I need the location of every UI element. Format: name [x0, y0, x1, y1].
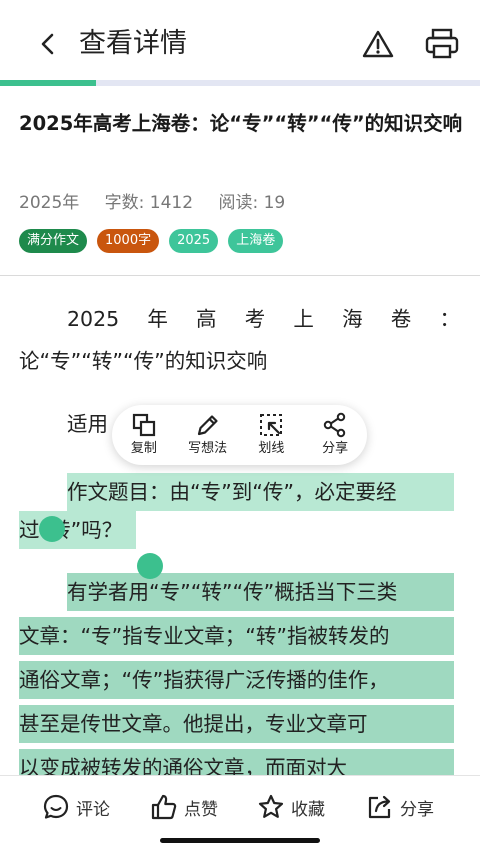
share-arrow-icon — [368, 795, 391, 819]
page-title: 查看详情 — [79, 28, 187, 59]
article-year: 2025年 — [19, 193, 80, 213]
thumbs-up-icon — [151, 794, 177, 820]
share-label: 分享 — [400, 799, 434, 820]
content-heading-line1: 2025 年 高 考 上 海 卷 ： — [67, 307, 460, 331]
star-icon — [258, 794, 284, 818]
favorite-label: 收藏 — [291, 799, 325, 820]
write-thought-label: 写想法 — [188, 441, 228, 456]
comment-button[interactable]: 评论 — [42, 793, 110, 821]
favorite-button[interactable]: 收藏 — [257, 793, 325, 821]
like-label: 点赞 — [184, 799, 218, 820]
selection-share-button[interactable]: 分享 — [306, 412, 364, 458]
like-button[interactable]: 点赞 — [150, 793, 218, 821]
tag-list: 满分作文 1000字 2025 上海卷 — [19, 229, 284, 253]
tag-full-score[interactable]: 满分作文 — [19, 229, 88, 253]
copy-label: 复制 — [130, 441, 157, 456]
underline-button[interactable]: 划线 — [242, 412, 300, 458]
article-meta: 2025年 字数: 1412 阅读: 19 — [19, 190, 305, 216]
comment-label: 评论 — [76, 799, 110, 820]
header: 查看详情 — [0, 0, 480, 82]
paragraph-line1: 有学者用“专”“转”“传”概括当下三类 — [67, 580, 398, 604]
paragraph-line3: 通俗文章；“传”指获得广泛传播的佳作， — [19, 668, 389, 692]
underline-label: 划线 — [258, 441, 285, 456]
selection-share-label: 分享 — [322, 441, 349, 456]
topic-line2: 过“转”吗？ — [19, 518, 123, 542]
reading-progress-fill — [0, 80, 96, 86]
tag-region[interactable]: 上海卷 — [228, 229, 284, 253]
paragraph-line4: 甚至是传世文章。他提出，专业文章可 — [19, 712, 368, 736]
article-word-count: 字数: 1412 — [104, 193, 194, 213]
copy-icon — [132, 413, 155, 437]
topic-line1: 作文题目：由“专”到“传”，必定要经 — [67, 480, 397, 504]
article-read-count: 阅读: 19 — [218, 193, 286, 213]
share-button[interactable]: 分享 — [366, 793, 434, 821]
comment-bubble-icon — [43, 794, 69, 819]
tag-word-count[interactable]: 1000字 — [97, 229, 160, 253]
reading-progress-bar — [0, 80, 480, 86]
paragraph-line2: 文章：“专”指专业文章；“转”指被转发的 — [19, 624, 390, 648]
pen-icon — [197, 415, 218, 436]
bottom-action-bar: 评论 点赞 收藏 分享 — [0, 775, 480, 855]
content-heading-line2: 论“专”“转”“传”的知识交响 — [19, 349, 268, 373]
back-chevron-icon[interactable] — [34, 30, 62, 58]
tag-year[interactable]: 2025 — [169, 229, 219, 253]
share-nodes-icon — [323, 412, 346, 438]
selection-toolbar: 复制 写想法 划线 分享 — [112, 405, 367, 465]
printer-icon[interactable] — [424, 27, 460, 61]
underline-select-icon — [260, 414, 283, 436]
article-title: 2025年高考上海卷：论“专”“转”“传”的知识交响 — [19, 112, 463, 135]
write-thought-button[interactable]: 写想法 — [179, 412, 237, 458]
home-indicator[interactable] — [160, 838, 320, 843]
divider — [0, 275, 480, 276]
copy-button[interactable]: 复制 — [115, 412, 173, 458]
selection-start-handle[interactable] — [39, 516, 65, 542]
applicable-text: 适用 — [67, 412, 108, 436]
warning-triangle-icon[interactable] — [361, 28, 395, 60]
